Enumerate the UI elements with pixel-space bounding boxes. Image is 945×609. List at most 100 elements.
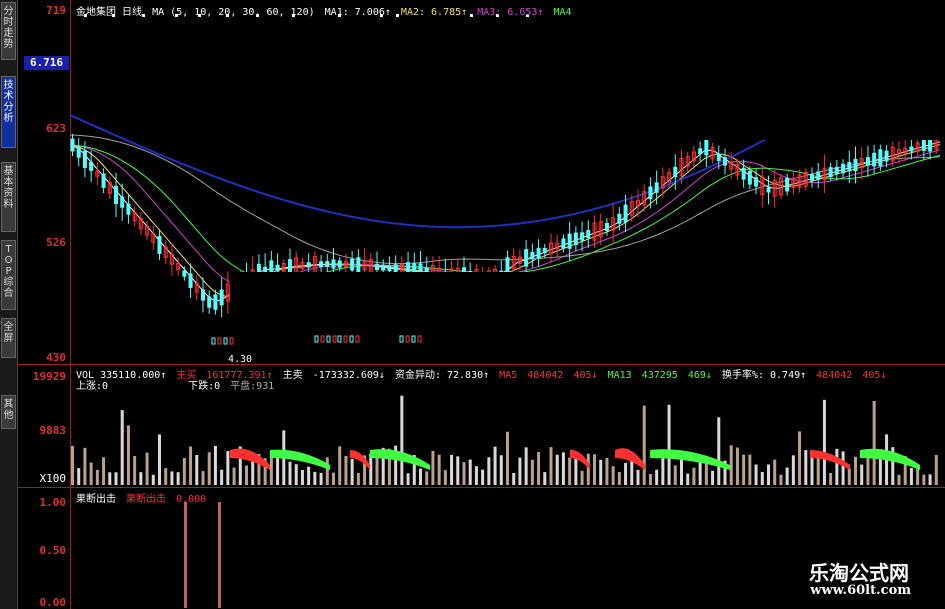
- volume-bar: [586, 453, 590, 485]
- watermark: 乐淘公式网 www.60lt.com: [779, 553, 941, 605]
- price-tick-3: 526: [46, 236, 66, 249]
- volume-bar: [176, 472, 180, 485]
- candle: [536, 247, 541, 259]
- volume-bar: [300, 470, 304, 485]
- ma5-value: 484042: [527, 370, 564, 381]
- tab-top-overview[interactable]: TOP综合: [1, 240, 16, 310]
- tab-fullscreen[interactable]: 全屏: [1, 318, 16, 358]
- volume-bar: [897, 474, 901, 485]
- tab-intraday[interactable]: 分时走势: [1, 2, 16, 60]
- ma20-line: [70, 144, 941, 289]
- volume-bar: [543, 472, 547, 485]
- volume-bar: [419, 468, 422, 485]
- volume-tick-mid: 9883: [39, 424, 67, 437]
- candle: [213, 294, 218, 310]
- volume-bar: [667, 404, 671, 485]
- volume-bar: [406, 473, 410, 485]
- volume-bar: [549, 447, 553, 485]
- mask-block: [230, 272, 945, 362]
- volume-bar: [139, 472, 143, 485]
- volume-bar: [313, 471, 317, 485]
- ma5-value2: 405↓: [573, 370, 598, 381]
- candle: [524, 249, 529, 267]
- ma2-value: MA2: 6.785↑: [400, 7, 468, 18]
- volume-bar: [350, 459, 354, 485]
- volume-bar: [319, 472, 323, 485]
- candle: [884, 150, 889, 162]
- volume-bar: [344, 456, 348, 485]
- ma30-line: [70, 144, 941, 282]
- signal-bar: [184, 502, 187, 608]
- candle: [207, 296, 212, 308]
- volume-bar: [711, 470, 715, 485]
- main-panel-header: 金地集团 日线 MA (5, 10, 20, 30, 60, 120) MA1:…: [76, 3, 576, 18]
- candle: [865, 157, 870, 166]
- volume-bar: [145, 452, 149, 485]
- volume-bar: [599, 459, 603, 485]
- tab-technical-analysis[interactable]: 技术分析: [1, 76, 16, 148]
- candle: [921, 139, 926, 151]
- volume-bar: [735, 447, 739, 485]
- candle: [909, 146, 914, 152]
- volume-bar: [605, 458, 609, 485]
- volume-bar: [89, 462, 93, 485]
- chart-canvas[interactable]: [70, 0, 945, 609]
- stock-chart-window: 分时走势 技术分析 基本资料 TOP综合 全屏 其他 719 6.716 623…: [0, 0, 945, 609]
- candle: [654, 182, 659, 193]
- candle: [853, 158, 858, 172]
- volume-bar: [213, 445, 217, 485]
- candle: [101, 173, 106, 188]
- tab-fundamentals[interactable]: 基本资料: [1, 162, 16, 232]
- tab-other[interactable]: 其他: [1, 395, 16, 429]
- candle: [580, 232, 585, 241]
- volume-bar: [375, 455, 379, 485]
- candle: [157, 236, 162, 254]
- volume-bar: [307, 466, 311, 485]
- volume-unit: X100: [39, 472, 67, 485]
- price-tick-top: 719: [46, 4, 66, 17]
- ma4-value: MA4: [553, 7, 572, 18]
- volume-bar: [226, 451, 230, 485]
- ma60-line: [70, 134, 941, 265]
- volume-bar: [854, 456, 857, 485]
- volume-bar: [916, 468, 920, 485]
- zhumai2-value: -173332.609↓: [312, 370, 385, 381]
- volume-bar: [71, 446, 74, 485]
- volume-bar: [294, 464, 298, 485]
- volume-bar: [456, 456, 460, 485]
- volume-band: [370, 449, 430, 470]
- candle: [89, 161, 94, 171]
- candle: [256, 263, 261, 274]
- candle: [841, 163, 846, 174]
- volume-bar: [437, 454, 441, 485]
- candle: [878, 149, 883, 167]
- candle: [648, 186, 653, 200]
- volume-bar: [108, 472, 112, 485]
- indicator-value: 0.000: [176, 494, 207, 505]
- volume-bar: [493, 446, 497, 485]
- candle: [872, 152, 877, 167]
- volume-bar: [810, 456, 814, 485]
- volume-bar: [816, 454, 820, 485]
- volume-bar: [288, 461, 292, 485]
- volume-bar: [524, 447, 528, 485]
- candle: [223, 337, 228, 345]
- candle: [723, 157, 727, 166]
- candle: [698, 148, 703, 155]
- volume-bar: [158, 434, 161, 485]
- down-count: 下跌:0: [188, 381, 221, 392]
- volume-bar: [555, 454, 559, 485]
- flat-count: 平盘:931: [230, 381, 275, 392]
- candle: [747, 170, 752, 185]
- low-price-label: 4.30: [228, 354, 253, 365]
- candle: [716, 153, 721, 161]
- volume-bar: [648, 473, 652, 485]
- ma5-label: MA5: [499, 370, 518, 381]
- volume-bar: [201, 471, 205, 485]
- indicator-tick-top: 1.00: [39, 496, 67, 509]
- candle: [356, 257, 361, 273]
- candle: [816, 171, 821, 181]
- candle: [617, 213, 622, 224]
- candle: [375, 263, 379, 270]
- candle: [201, 289, 205, 301]
